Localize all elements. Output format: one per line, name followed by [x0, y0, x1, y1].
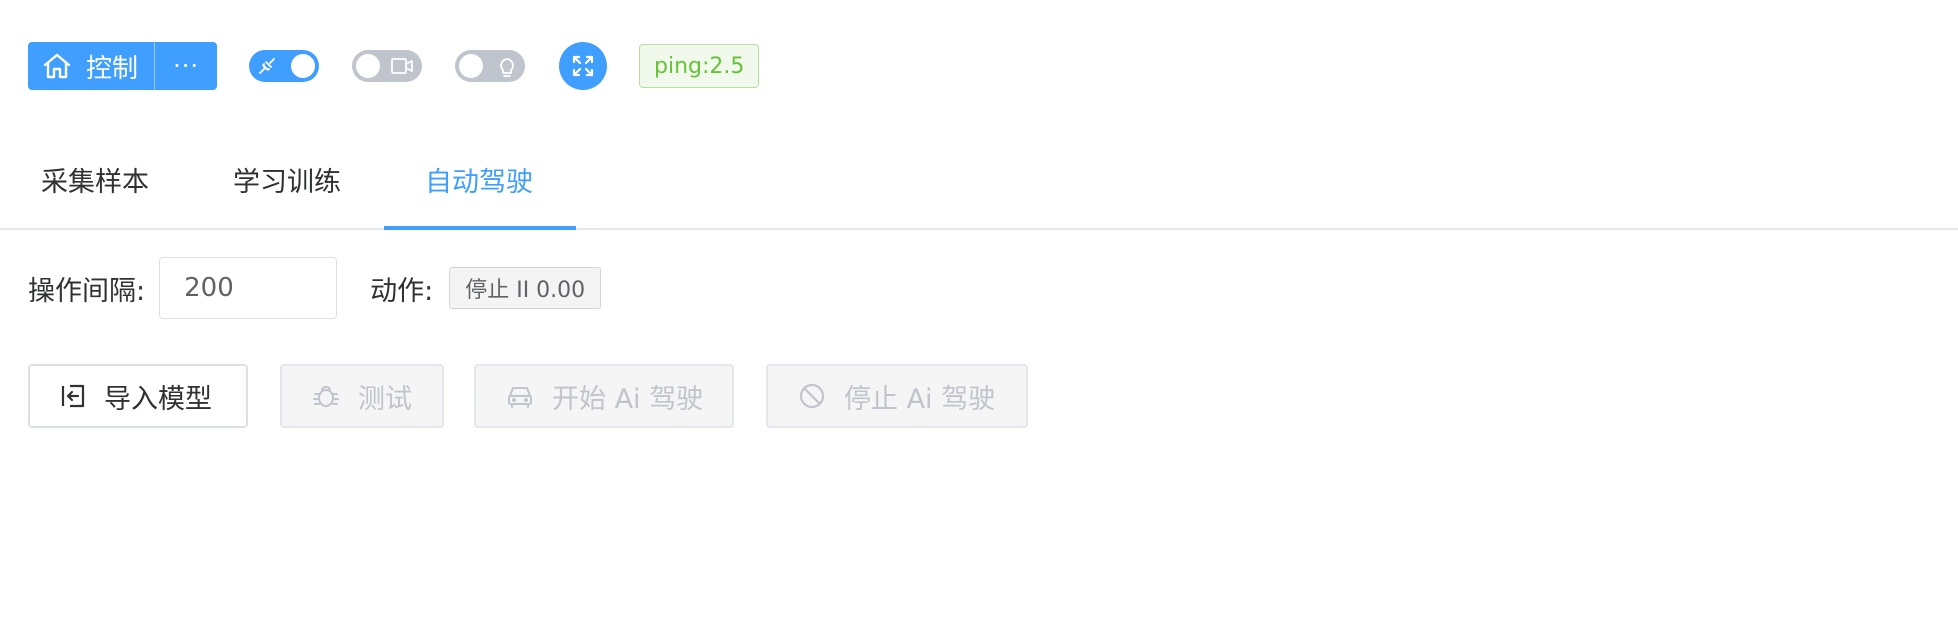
- start-autopilot-button[interactable]: 开始 Ai 驾驶: [474, 364, 734, 428]
- more-button[interactable]: ···: [155, 42, 217, 90]
- light-switch-knob: [459, 54, 484, 78]
- tab-collect-samples[interactable]: 采集样本: [41, 160, 149, 199]
- import-model-label: 导入模型: [104, 383, 212, 415]
- bulb-icon: [500, 58, 514, 77]
- import-model-button[interactable]: 导入模型: [28, 364, 248, 428]
- camera-switch-knob: [356, 54, 381, 78]
- action-label: 动作:: [370, 275, 434, 307]
- camera-icon: [391, 58, 413, 74]
- bug-icon: [313, 386, 339, 407]
- light-switch[interactable]: [455, 50, 526, 82]
- ban-icon: [799, 383, 825, 409]
- action-buttons: 导入模型 测试 开始 Ai 驾驶 停止 Ai 驾驶: [28, 364, 1028, 428]
- test-button[interactable]: 测试: [280, 364, 444, 428]
- control-label: 控制: [86, 53, 139, 84]
- top-toolbar: 控制 ··· ping:2.5: [28, 42, 760, 90]
- active-tab-indicator: [384, 226, 576, 230]
- plug-icon: [259, 58, 275, 74]
- stop-autopilot-label: 停止 Ai 驾驶: [844, 383, 996, 415]
- control-button[interactable]: 控制: [28, 42, 156, 90]
- connect-switch-knob: [291, 54, 316, 78]
- car-icon: [508, 387, 532, 408]
- fullscreen-button[interactable]: [559, 42, 608, 90]
- import-icon: [61, 384, 85, 408]
- interval-input[interactable]: 200: [159, 257, 338, 319]
- camera-switch[interactable]: [352, 50, 423, 82]
- tab-autopilot[interactable]: 自动驾驶: [425, 160, 533, 199]
- interval-label: 操作间隔:: [28, 275, 146, 307]
- action-status-tag: 停止 II 0.00: [449, 267, 602, 309]
- fullscreen-icon: [572, 55, 594, 77]
- tab-training[interactable]: 学习训练: [233, 160, 341, 199]
- stop-autopilot-button[interactable]: 停止 Ai 驾驶: [766, 364, 1028, 428]
- control-button-group: 控制 ···: [28, 42, 218, 90]
- start-autopilot-label: 开始 Ai 驾驶: [552, 383, 704, 415]
- mode-tabs: 采集样本 学习训练 自动驾驶: [0, 148, 1958, 230]
- home-icon: [43, 53, 71, 79]
- ping-badge: ping:2.5: [639, 44, 760, 88]
- autopilot-settings-row: 操作间隔: 200 动作: 停止 II 0.00: [28, 256, 602, 320]
- connect-switch[interactable]: [249, 50, 320, 82]
- test-label: 测试: [358, 383, 412, 415]
